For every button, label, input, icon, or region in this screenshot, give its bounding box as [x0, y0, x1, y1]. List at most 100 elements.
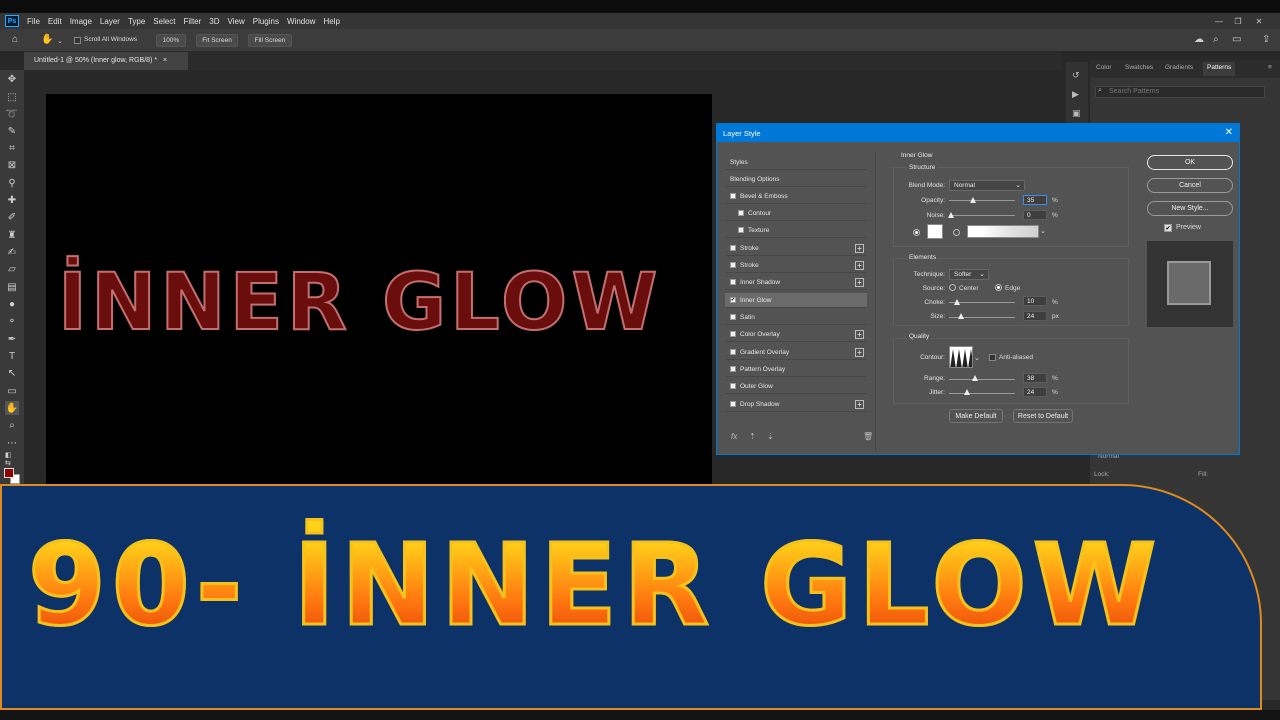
panel-menu-icon[interactable]: ≡ [1268, 64, 1272, 71]
history-brush-tool-icon[interactable]: ✍ [5, 245, 19, 259]
opacity-input[interactable]: 35 [1023, 195, 1047, 205]
solid-color-radio[interactable] [913, 229, 920, 236]
anti-aliased-checkbox[interactable] [989, 354, 996, 361]
texture-item[interactable]: Texture [725, 223, 867, 238]
stroke-item[interactable]: Stroke + [725, 241, 867, 256]
lasso-tool-icon[interactable]: ➰ [5, 107, 19, 121]
menu-help[interactable]: Help [319, 17, 343, 26]
menu-type[interactable]: Type [124, 17, 149, 26]
gradient-tool-icon[interactable]: ▤ [5, 280, 19, 294]
texture-checkbox[interactable] [738, 227, 744, 233]
chevron-down-icon[interactable]: ⌄ [57, 37, 63, 45]
outer-glow-checkbox[interactable] [730, 383, 736, 389]
hand-tool-icon[interactable]: ✋ [41, 34, 53, 45]
pen-tool-icon[interactable]: ✒ [5, 332, 19, 346]
preview-checkbox[interactable]: ✔ [1164, 224, 1172, 232]
close-window-icon[interactable]: ✕ [1252, 13, 1266, 29]
dodge-tool-icon[interactable]: ⚬ [5, 314, 19, 328]
foreground-color-swatch[interactable] [4, 468, 14, 478]
satin-item[interactable]: Satin [725, 310, 867, 325]
gradient-radio[interactable] [953, 229, 960, 236]
bevel-emboss-item[interactable]: Bevel & Emboss [725, 189, 867, 204]
dialog-close-icon[interactable]: ✕ [1225, 127, 1233, 138]
pattern-overlay-item[interactable]: Pattern Overlay [725, 362, 867, 377]
source-center-radio[interactable] [949, 284, 956, 291]
marquee-tool-icon[interactable]: ⬚ [5, 90, 19, 104]
eyedropper-tool-icon[interactable]: ⚲ [5, 176, 19, 190]
add-stroke-icon[interactable]: + [855, 244, 864, 253]
restore-icon[interactable]: ❐ [1231, 13, 1245, 29]
zoom-100-button[interactable]: 100% [156, 34, 186, 47]
search-icon[interactable]: ⌕ [1213, 34, 1219, 45]
color-overlay-checkbox[interactable] [730, 331, 736, 337]
path-select-tool-icon[interactable]: ↖ [5, 366, 19, 380]
chevron-down-icon[interactable]: ⌄ [974, 354, 980, 362]
zoom-tool-icon[interactable]: ⌕ [5, 418, 19, 432]
ok-button[interactable]: OK [1147, 155, 1233, 170]
noise-input[interactable]: 0 [1023, 210, 1047, 220]
menu-select[interactable]: Select [149, 17, 179, 26]
blend-mode-select[interactable]: Normal ⌄ [949, 180, 1025, 191]
share-icon[interactable]: ⇪ [1262, 34, 1270, 45]
outer-glow-item[interactable]: Outer Glow [725, 379, 867, 394]
bevel-emboss-checkbox[interactable] [730, 193, 736, 199]
range-input[interactable]: 38 [1023, 373, 1047, 383]
workspace-icon[interactable]: ▭ [1232, 34, 1241, 45]
drop-shadow-item[interactable]: Drop Shadow + [725, 397, 867, 412]
range-slider[interactable] [949, 379, 1015, 380]
technique-select[interactable]: Softer ⌄ [949, 269, 989, 280]
contour-checkbox[interactable] [738, 210, 744, 216]
menu-filter[interactable]: Filter [180, 17, 206, 26]
tab-gradients[interactable]: Gradients [1165, 64, 1193, 71]
healing-brush-tool-icon[interactable]: ✚ [5, 193, 19, 207]
gradient-overlay-checkbox[interactable] [730, 349, 736, 355]
brush-tool-icon[interactable]: ✐ [5, 210, 19, 224]
inner-glow-item[interactable]: ✔ Inner Glow [725, 293, 867, 308]
move-tool-icon[interactable]: ✥ [5, 72, 19, 86]
quick-select-tool-icon[interactable]: ✎ [5, 124, 19, 138]
close-tab-icon[interactable]: × [163, 57, 167, 64]
frame-tool-icon[interactable]: ⊠ [5, 158, 19, 172]
document-tab[interactable]: Untitled-1 @ 50% (Inner glow, RGB/8) * × [24, 52, 188, 70]
history-icon[interactable]: ↺ [1072, 70, 1080, 81]
play-action-icon[interactable]: ▶ [1072, 89, 1079, 100]
menu-edit[interactable]: Edit [44, 17, 66, 26]
contour-item[interactable]: Contour [725, 206, 867, 221]
noise-slider[interactable] [949, 215, 1015, 216]
crop-tool-icon[interactable]: ⌗ [5, 141, 19, 155]
dialog-title-bar[interactable]: Layer Style ✕ [717, 124, 1239, 142]
move-down-icon[interactable]: ⇣ [767, 432, 774, 441]
jitter-slider-thumb[interactable] [964, 389, 970, 395]
menu-3d[interactable]: 3D [205, 17, 223, 26]
satin-checkbox[interactable] [730, 314, 736, 320]
search-patterns-input[interactable]: Search Patterns [1095, 86, 1265, 98]
inner-shadow-checkbox[interactable] [730, 279, 736, 285]
new-style-button[interactable]: New Style... [1147, 201, 1233, 216]
tab-color[interactable]: Color [1096, 64, 1112, 71]
stroke-item[interactable]: Stroke + [725, 258, 867, 273]
rectangle-tool-icon[interactable]: ▭ [5, 384, 19, 398]
glow-gradient-picker[interactable] [967, 225, 1039, 238]
styles-header[interactable]: Styles [725, 155, 867, 170]
add-inner-shadow-icon[interactable]: + [855, 278, 864, 287]
menu-layer[interactable]: Layer [96, 17, 124, 26]
inner-glow-checkbox[interactable]: ✔ [730, 297, 736, 303]
noise-slider-thumb[interactable] [948, 212, 954, 218]
reset-to-default-button[interactable]: Reset to Default [1013, 409, 1073, 423]
stroke-checkbox[interactable] [730, 262, 736, 268]
tab-patterns[interactable]: Patterns [1203, 62, 1236, 76]
home-icon[interactable]: ⌂ [12, 34, 18, 45]
cancel-button[interactable]: Cancel [1147, 178, 1233, 193]
properties-icon[interactable]: ▣ [1072, 108, 1081, 119]
size-input[interactable]: 24 [1023, 311, 1047, 321]
cloud-icon[interactable]: ☁ [1194, 34, 1204, 45]
menu-plugins[interactable]: Plugins [249, 17, 283, 26]
jitter-input[interactable]: 24 [1023, 387, 1047, 397]
choke-slider-thumb[interactable] [954, 299, 960, 305]
add-drop-shadow-icon[interactable]: + [855, 400, 864, 409]
fill-screen-button[interactable]: Fill Screen [248, 34, 292, 47]
more-tools-icon[interactable]: ⋯ [5, 436, 19, 450]
fit-screen-button[interactable]: Fit Screen [196, 34, 238, 47]
menu-view[interactable]: View [224, 17, 249, 26]
size-slider-thumb[interactable] [958, 313, 964, 319]
